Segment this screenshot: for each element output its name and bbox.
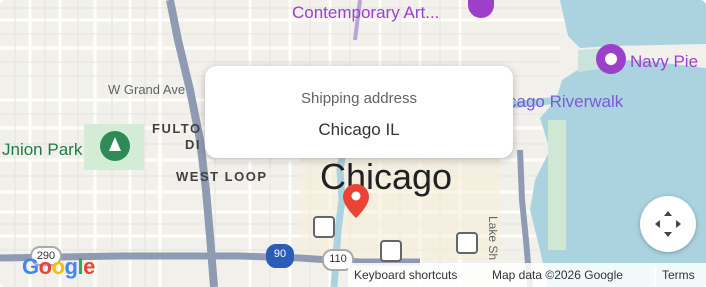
transit-icon[interactable] xyxy=(456,232,478,254)
label-w-grand-ave: W Grand Ave xyxy=(108,82,186,97)
fullscreen-button[interactable] xyxy=(640,196,696,252)
label-union-park[interactable]: Jnion Park xyxy=(2,140,82,160)
label-navy-pier[interactable]: Navy Pie xyxy=(630,52,698,72)
park-tree-icon[interactable] xyxy=(100,131,130,161)
label-fulton: FULTO xyxy=(152,121,202,136)
label-city-chicago: Chicago xyxy=(320,156,453,197)
terms-link[interactable]: Terms xyxy=(654,263,706,287)
label-lake-shore: Lake Sh xyxy=(486,216,500,261)
keyboard-shortcuts-link[interactable]: Keyboard shortcuts xyxy=(348,263,486,287)
google-logo: Google xyxy=(22,254,95,279)
location-pin-icon[interactable] xyxy=(343,184,369,218)
popup-address: Chicago IL xyxy=(318,120,400,139)
transit-icon[interactable] xyxy=(380,240,402,262)
label-fulton-district: DI xyxy=(185,137,201,152)
map-data-attribution: Map data ©2026 Google xyxy=(486,263,656,287)
lakefront-park xyxy=(548,120,566,250)
interstate-90-shield-icon: 90 xyxy=(266,244,294,268)
shipping-address-popup: Shipping address Chicago IL xyxy=(205,66,513,158)
transit-icon[interactable] xyxy=(313,216,335,238)
label-west-loop: WEST LOOP xyxy=(176,169,268,184)
navy-pier-marker-icon[interactable] xyxy=(596,44,626,74)
map-view[interactable]: Contemporary Art... Navy Pie W Grand Ave… xyxy=(0,0,706,287)
label-riverwalk[interactable]: cago Riverwalk xyxy=(508,92,623,112)
popup-title: Shipping address xyxy=(301,90,417,107)
label-contemporary-art[interactable]: Contemporary Art... xyxy=(292,3,439,23)
expand-arrows-icon xyxy=(655,211,681,237)
